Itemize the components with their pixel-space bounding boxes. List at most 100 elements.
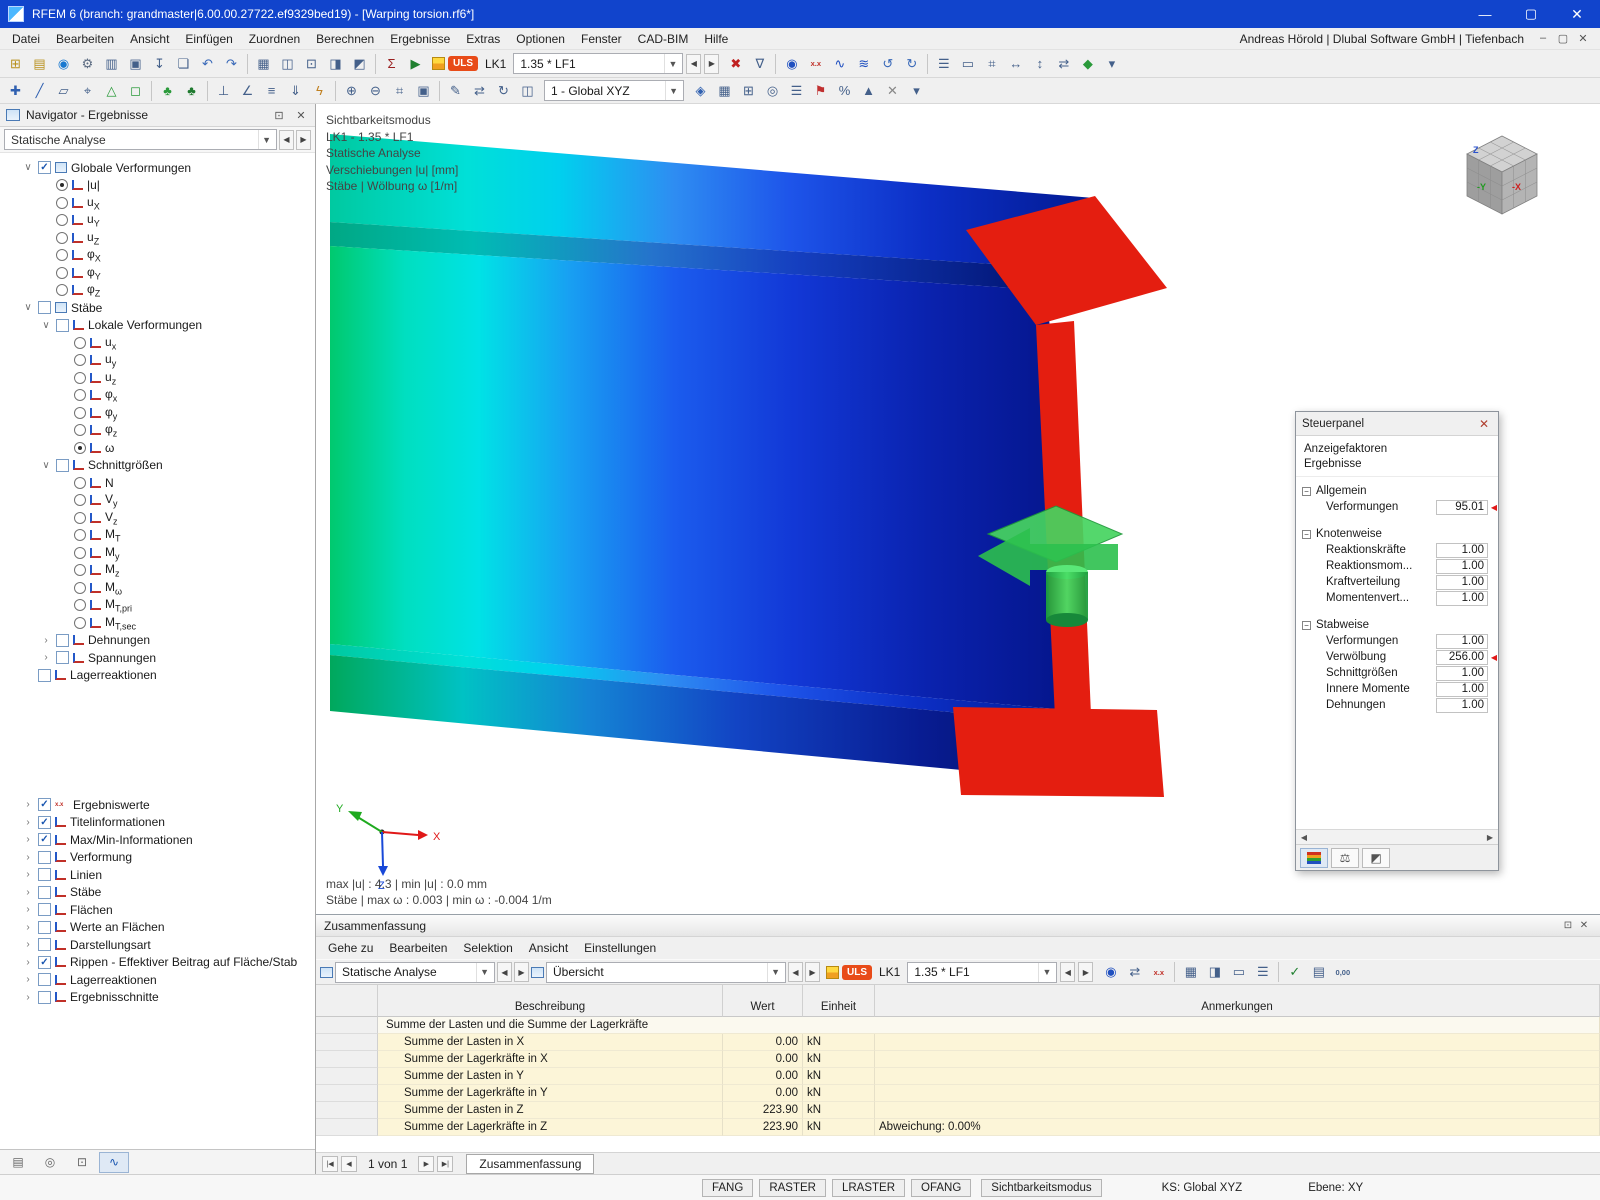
table-row[interactable]: Summe der Lagerkräfte in X0.00kN — [316, 1051, 1600, 1068]
sync-views-icon[interactable]: ⇄ — [1052, 52, 1075, 75]
radio-button[interactable] — [56, 232, 68, 244]
save-icon[interactable]: ▣ — [124, 52, 147, 75]
menu-item-extras[interactable]: Extras — [458, 28, 508, 49]
expand-icon[interactable]: › — [22, 852, 34, 863]
previous-load-button[interactable]: ◀ — [1060, 962, 1075, 982]
chevron-down-icon[interactable]: ▼ — [767, 963, 783, 982]
tree-item[interactable]: ›Ergebnisschnitte — [0, 989, 315, 1007]
table-row[interactable]: Summe der Lasten in X0.00kN — [316, 1034, 1600, 1051]
tree-item[interactable]: φy — [0, 404, 315, 422]
tree-item[interactable]: Vz — [0, 509, 315, 527]
factor-value-input[interactable]: 1.00 — [1436, 575, 1488, 590]
tree-item[interactable]: φX — [0, 247, 315, 265]
combination-wizard-icon[interactable] — [432, 57, 445, 70]
checkbox[interactable] — [56, 634, 69, 647]
result-animation-back-icon[interactable]: ↻ — [900, 52, 923, 75]
scroll-right-icon[interactable]: ▶ — [1483, 833, 1497, 842]
tables-icon[interactable]: ☰ — [932, 52, 955, 75]
result-diagrams-icon[interactable]: ∿ — [828, 52, 851, 75]
percent-display-icon[interactable]: % — [833, 79, 856, 102]
free-load-icon[interactable]: ϟ — [308, 79, 331, 102]
table-settings-icon[interactable]: ▤ — [1307, 961, 1330, 984]
analysis-type-combo[interactable]: Statische Analyse ▼ — [4, 129, 277, 150]
table-list-icon[interactable]: ☰ — [1251, 961, 1274, 984]
sync-selection-icon[interactable]: ⇄ — [1123, 961, 1146, 984]
next-load-button[interactable]: ▶ — [1078, 962, 1093, 982]
menu-item-ergebnisse[interactable]: Ergebnisse — [382, 28, 458, 49]
previous-load-case-button[interactable]: ◀ — [686, 54, 701, 74]
scroll-left-icon[interactable]: ◀ — [1297, 833, 1311, 842]
radio-button[interactable] — [74, 582, 86, 594]
view-cube[interactable]: Z -Y -X — [1467, 136, 1537, 214]
tree-item[interactable]: ›Darstellungsart — [0, 936, 315, 954]
tree-item[interactable]: ∨Lokale Verformungen — [0, 317, 315, 335]
tab-color-scale[interactable] — [1300, 848, 1328, 868]
print-icon[interactable]: ▥ — [100, 52, 123, 75]
factor-row[interactable]: Schnittgrößen1.00 — [1296, 665, 1498, 681]
mdi-restore-icon[interactable]: ▢ — [1554, 32, 1572, 45]
next-page-button[interactable]: ▶ — [418, 1156, 434, 1172]
tree-item[interactable]: uX — [0, 194, 315, 212]
tree-item[interactable]: ›Werte an Flächen — [0, 919, 315, 937]
nodal-support-icon[interactable]: ⊥ — [212, 79, 235, 102]
expand-icon[interactable]: › — [22, 939, 34, 950]
factor-value-input[interactable]: 1.00 — [1436, 634, 1488, 649]
checkbox[interactable] — [56, 459, 69, 472]
redo-icon[interactable]: ↷ — [220, 52, 243, 75]
dlubal-cloud-icon[interactable]: ◉ — [52, 52, 75, 75]
tree-item[interactable]: ›Spannungen — [0, 649, 315, 667]
tree-item[interactable]: ›Lagerreaktionen — [0, 971, 315, 989]
tree-item[interactable]: ∨Schnittgrößen — [0, 457, 315, 475]
minimize-button[interactable]: — — [1462, 0, 1508, 28]
expand-icon[interactable]: › — [22, 974, 34, 985]
flag-marker-icon[interactable]: ⚑ — [809, 79, 832, 102]
radio-button[interactable] — [56, 197, 68, 209]
menu-item-optionen[interactable]: Optionen — [508, 28, 573, 49]
radio-button[interactable] — [74, 442, 86, 454]
grid-settings-icon[interactable]: ▦ — [713, 79, 736, 102]
tree-item[interactable]: ›✓Rippen - Effektiver Beitrag auf Fläche… — [0, 954, 315, 972]
checkbox[interactable] — [38, 991, 51, 1004]
checkbox[interactable]: ✓ — [38, 798, 51, 811]
tab-views-navigator[interactable]: ⊡ — [67, 1152, 97, 1173]
last-page-button[interactable]: ▶| — [437, 1156, 453, 1172]
checkbox[interactable] — [38, 669, 51, 682]
select-pointer-icon[interactable]: ✚ — [4, 79, 27, 102]
undo-icon[interactable]: ↶ — [196, 52, 219, 75]
view-wireframe-icon[interactable]: ▦ — [252, 52, 275, 75]
radio-button[interactable] — [74, 337, 86, 349]
radio-button[interactable] — [56, 249, 68, 261]
next-load-case-button[interactable]: ▶ — [704, 54, 719, 74]
checkbox[interactable]: ✓ — [38, 816, 51, 829]
tree-item[interactable]: |u| — [0, 177, 315, 195]
view-shadow-icon[interactable]: ◨ — [324, 52, 347, 75]
factor-value-input[interactable]: 1.00 — [1436, 682, 1488, 697]
factor-row[interactable]: Verwölbung256.00◀ — [1296, 649, 1498, 665]
checkbox[interactable] — [56, 651, 69, 664]
table-row[interactable]: Summe der Lagerkräfte in Y0.00kN — [316, 1085, 1600, 1102]
load-case-combo[interactable]: 1.35 * LF1 ▼ — [513, 53, 683, 74]
table-view-icon[interactable]: ▦ — [1179, 961, 1202, 984]
coordinate-system-combo[interactable]: 1 - Global XYZ ▼ — [544, 80, 684, 101]
zoom-window-icon[interactable]: ⌗ — [388, 79, 411, 102]
tree-item[interactable]: MT — [0, 527, 315, 545]
checkbox[interactable] — [38, 851, 51, 864]
previous-view-button[interactable]: ◀ — [788, 962, 803, 982]
expand-icon[interactable]: › — [22, 922, 34, 933]
calculate-all-icon[interactable]: Σ — [380, 52, 403, 75]
maximize-button[interactable]: ▢ — [1508, 0, 1554, 28]
factor-group[interactable]: −Allgemein — [1296, 483, 1498, 499]
summary-menu-einstellungen[interactable]: Einstellungen — [576, 937, 664, 959]
section-grid-icon[interactable]: ⌗ — [980, 52, 1003, 75]
expand-icon[interactable]: › — [22, 817, 34, 828]
tab-display-navigator[interactable]: ◎ — [35, 1152, 65, 1173]
previous-analysis-button[interactable]: ◀ — [279, 130, 294, 150]
chevron-down-icon[interactable]: ▼ — [665, 81, 681, 100]
line-load-icon[interactable]: ≡ — [260, 79, 283, 102]
close-icon[interactable]: ✕ — [1576, 920, 1592, 931]
float-panel-icon[interactable]: ⊡ — [1560, 920, 1576, 931]
checkbox[interactable]: ✓ — [38, 161, 51, 174]
checkbox[interactable]: ✓ — [38, 956, 51, 969]
tree-item[interactable]: ∨✓Globale Verformungen — [0, 159, 315, 177]
radio-button[interactable] — [74, 477, 86, 489]
